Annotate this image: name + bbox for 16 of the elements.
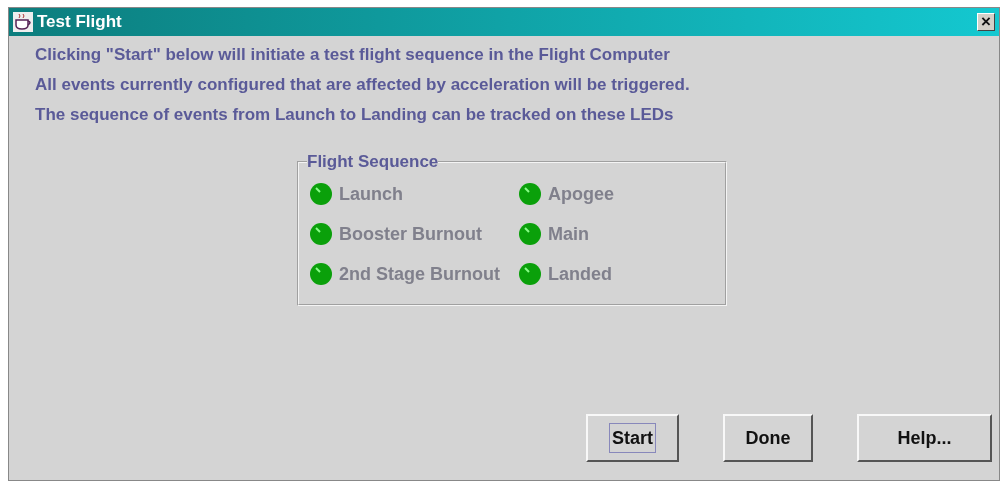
group-title: Flight Sequence: [307, 152, 439, 172]
event-label: 2nd Stage Burnout: [339, 263, 500, 285]
instruction-text: All events currently configured that are affected by acceleration will be triggered.: [35, 74, 691, 96]
event-label: Landed: [548, 263, 612, 285]
instruction-text: The sequence of events from Launch to Landing can be tracked on these LEDs: [35, 104, 675, 126]
event-label: Launch: [339, 183, 403, 205]
dialog-button[interactable]: Start: [586, 414, 679, 462]
dialog-button[interactable]: Done: [723, 414, 813, 462]
event-label: Apogee: [548, 183, 614, 205]
event-label: Main: [548, 223, 589, 245]
event-label: Booster Burnout: [339, 223, 482, 245]
close-button[interactable]: ×: [977, 13, 995, 31]
window-title: Test Flight: [37, 12, 123, 32]
coffee-cup-icon: [13, 12, 33, 32]
dialog-button[interactable]: Help...: [857, 414, 992, 462]
instruction-text: Clicking "Start" below will initiate a test flight sequence in the Flight Computer: [35, 44, 671, 66]
